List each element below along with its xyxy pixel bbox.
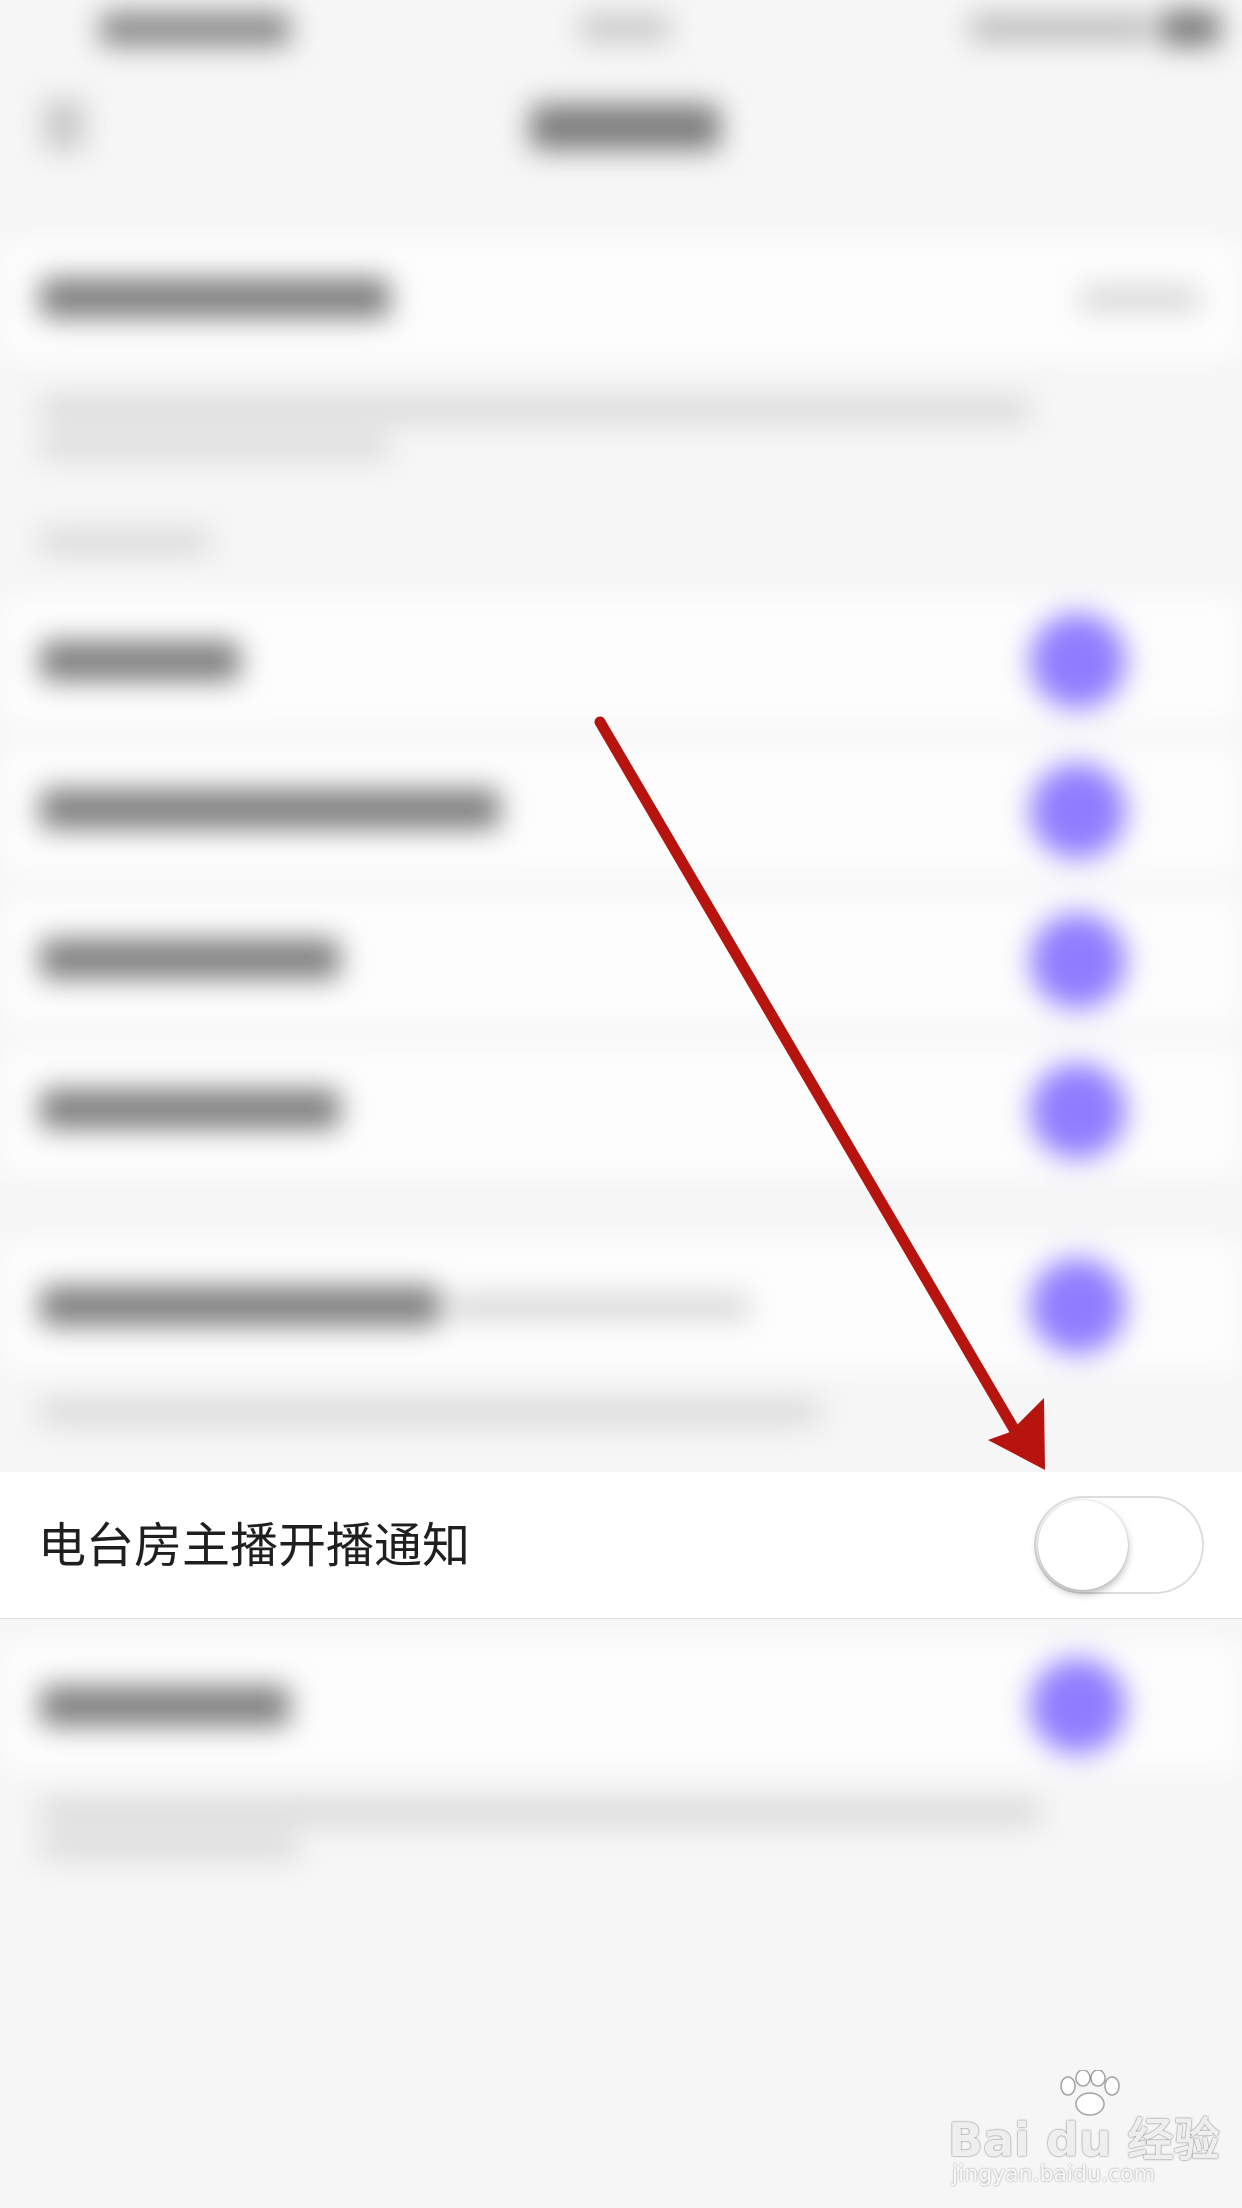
screen: 电台房主播开播通知 Bai du 经验 jingyan.baidu.com [0, 0, 1242, 2208]
watermark-brand: Bai du 经验 [948, 2113, 1220, 2167]
section-header-blurred [40, 530, 210, 554]
settings-row-blurred[interactable] [0, 1640, 1242, 1770]
battery-icon [1160, 10, 1220, 46]
anchor-live-notification-toggle[interactable] [1034, 1496, 1204, 1594]
description-text-blurred [40, 1836, 300, 1858]
anchor-live-notification-row[interactable]: 电台房主播开播通知 [0, 1472, 1242, 1619]
baidu-watermark: Bai du 经验 jingyan.baidu.com [948, 2070, 1228, 2190]
blurred-background [0, 0, 1242, 2208]
description-text-blurred [40, 1800, 1040, 1824]
watermark-url: jingyan.baidu.com [952, 2162, 1156, 2187]
settings-row-blurred[interactable] [0, 1240, 1242, 1370]
page-title [530, 104, 720, 150]
settings-row-blurred[interactable] [0, 895, 1242, 1025]
status-center [580, 14, 670, 42]
description-text-blurred [40, 1400, 820, 1424]
back-icon[interactable] [44, 100, 84, 150]
settings-row-blurred[interactable] [0, 240, 1242, 360]
status-indicators [970, 14, 1150, 42]
status-time [100, 12, 290, 46]
description-text-blurred [40, 398, 1030, 422]
status-bar [0, 0, 1242, 66]
description-text-blurred [40, 436, 390, 458]
settings-row-blurred[interactable] [0, 1045, 1242, 1175]
settings-row-blurred[interactable] [0, 745, 1242, 875]
toggle-thumb[interactable] [1038, 1500, 1128, 1590]
settings-row-blurred[interactable] [0, 595, 1242, 725]
anchor-live-notification-label: 电台房主播开播通知 [38, 1518, 471, 1574]
